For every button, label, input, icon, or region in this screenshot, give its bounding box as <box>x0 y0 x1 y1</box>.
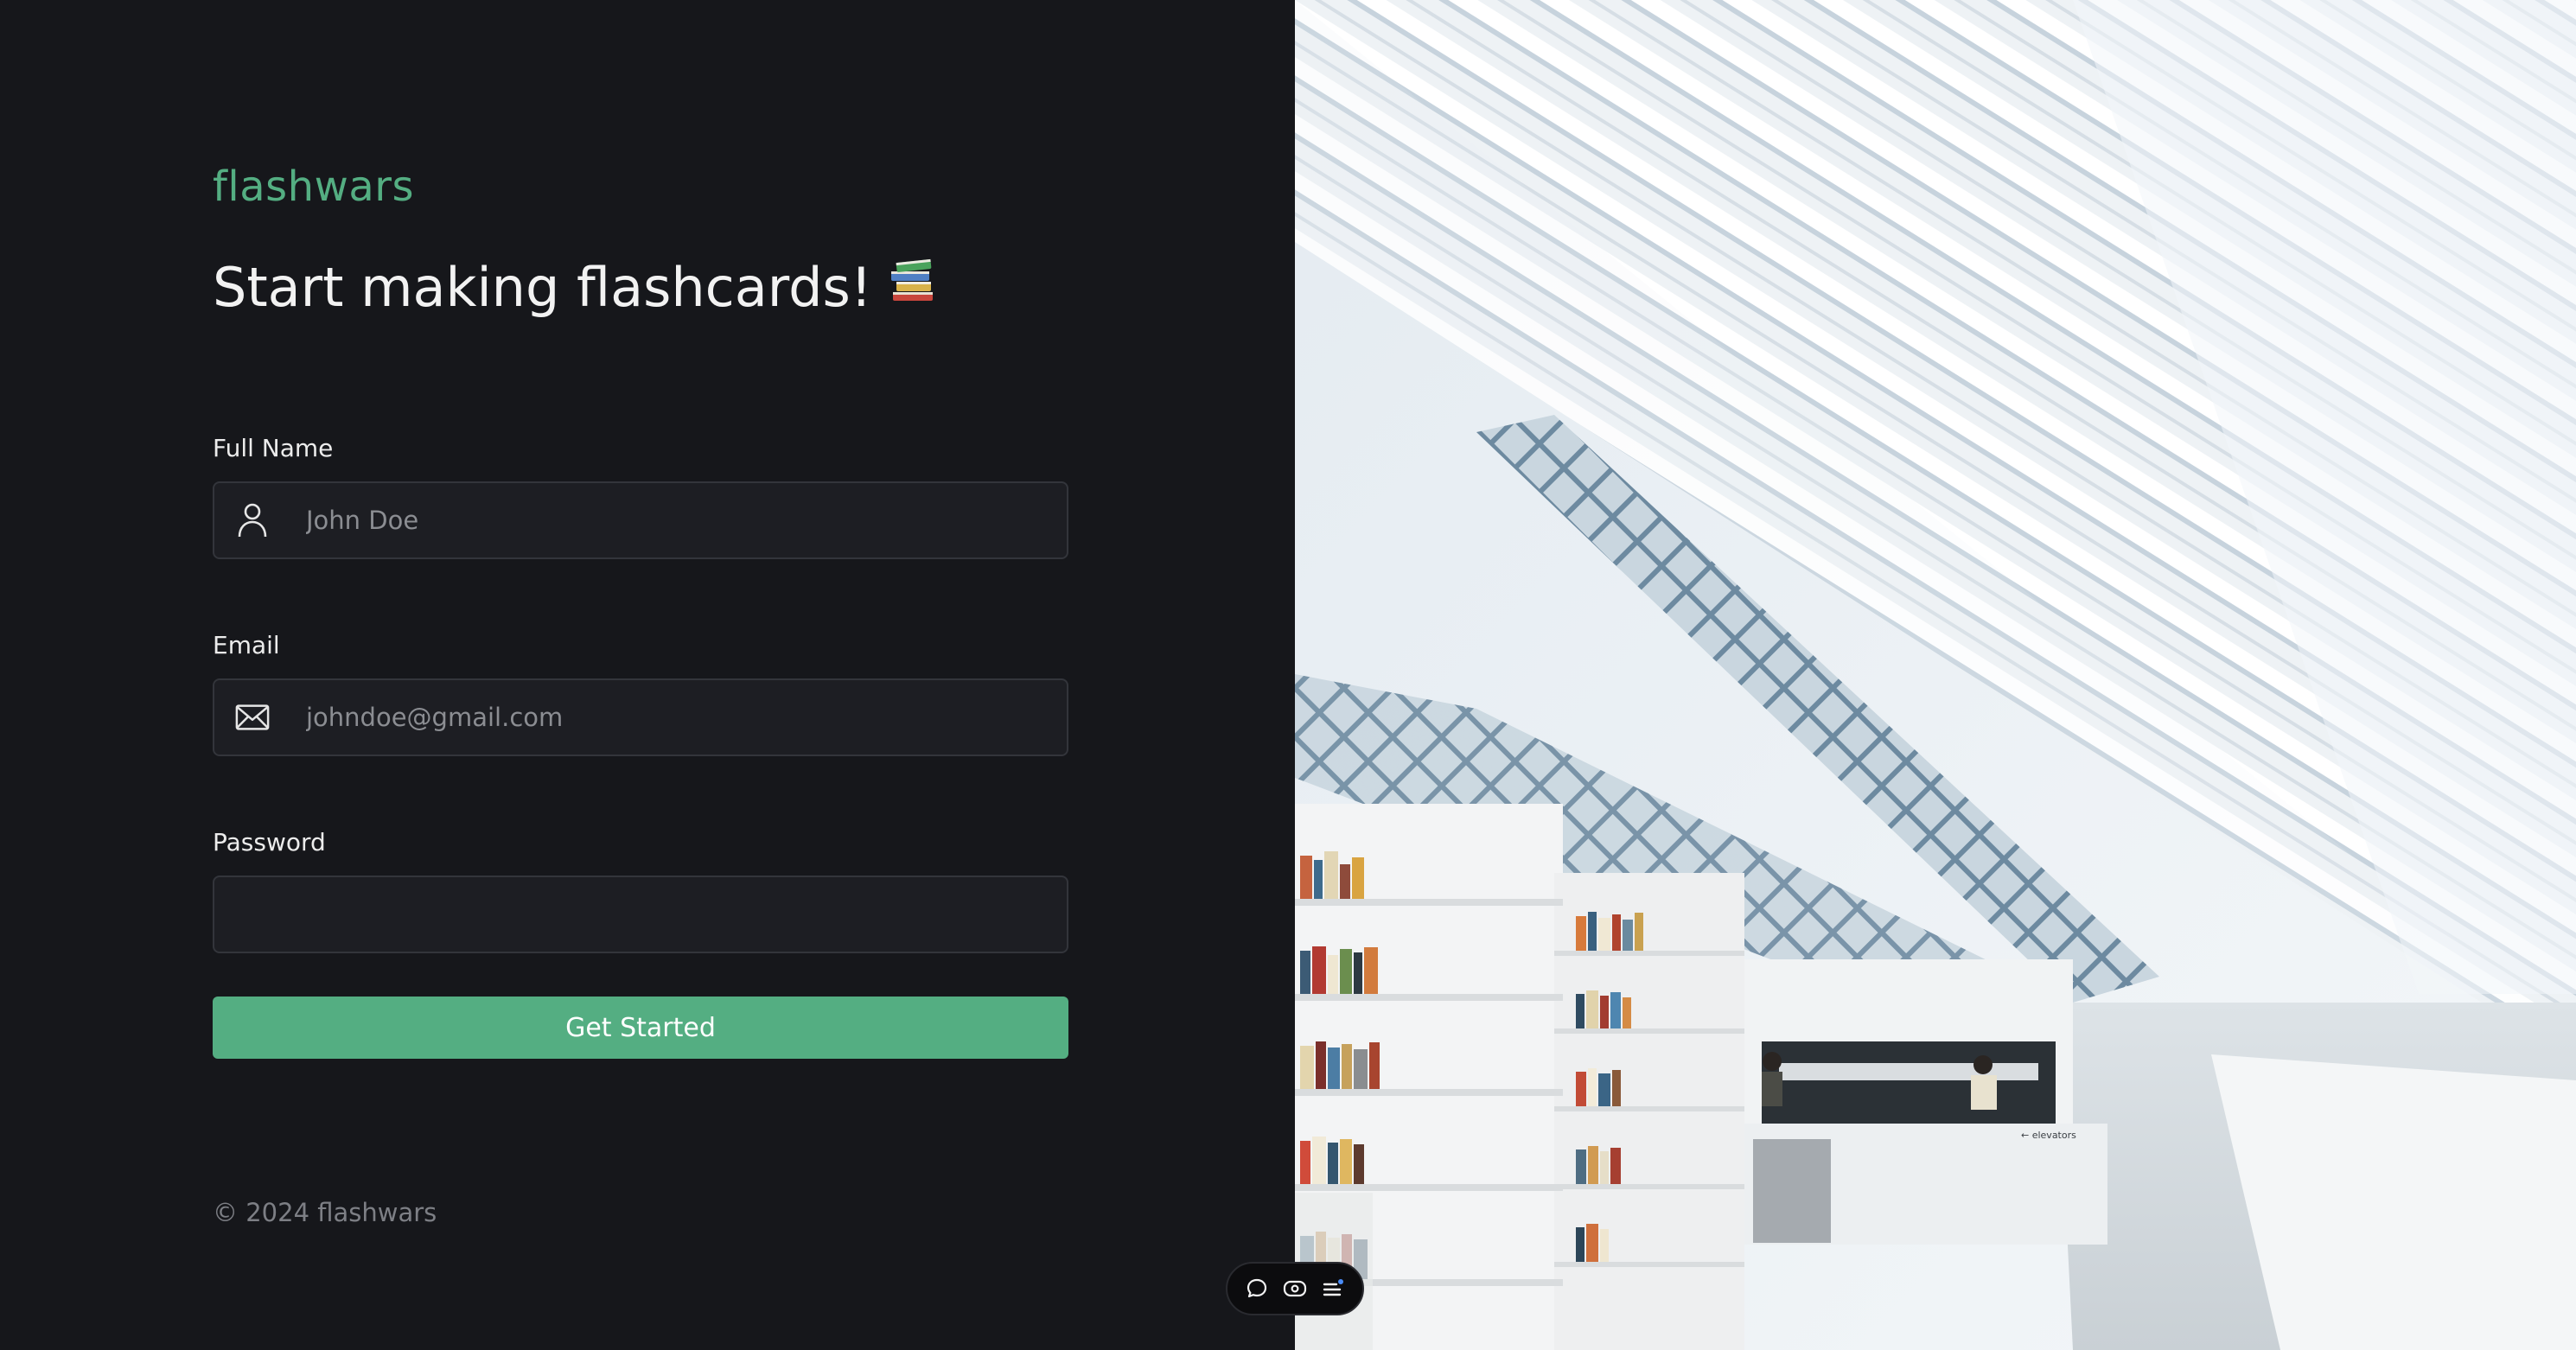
elevators-sign: ← elevators <box>2021 1130 2076 1141</box>
full-name-input[interactable] <box>306 483 1067 557</box>
email-field[interactable] <box>213 678 1068 756</box>
password-input[interactable] <box>214 877 1067 952</box>
eye-icon[interactable] <box>1279 1273 1310 1304</box>
mail-icon <box>235 700 270 735</box>
copyright-text: © 2024 flashwars <box>213 1198 437 1227</box>
full-name-label: Full Name <box>213 434 334 462</box>
password-label: Password <box>213 828 326 856</box>
password-field[interactable] <box>213 876 1068 953</box>
menu-icon[interactable] <box>1317 1273 1349 1304</box>
page-title: Start making flashcards! <box>213 256 938 319</box>
signup-panel: flashwars Start making flashcards! Full … <box>0 0 1295 1350</box>
email-label: Email <box>213 631 280 659</box>
bookshelves <box>1295 804 1744 1350</box>
email-input[interactable] <box>306 680 1067 755</box>
page-title-text: Start making flashcards! <box>213 256 872 319</box>
user-icon <box>235 503 270 538</box>
books-emoji-icon <box>888 256 938 319</box>
full-name-field[interactable] <box>213 481 1068 559</box>
floating-toolbar <box>1226 1262 1364 1315</box>
signup-page: flashwars Start making flashcards! Full … <box>0 0 2576 1350</box>
brand-logo[interactable]: flashwars <box>213 162 414 211</box>
hero-photo: ← elevators <box>1295 0 2576 1350</box>
get-started-button[interactable]: Get Started <box>213 997 1068 1059</box>
comment-icon[interactable] <box>1241 1273 1272 1304</box>
